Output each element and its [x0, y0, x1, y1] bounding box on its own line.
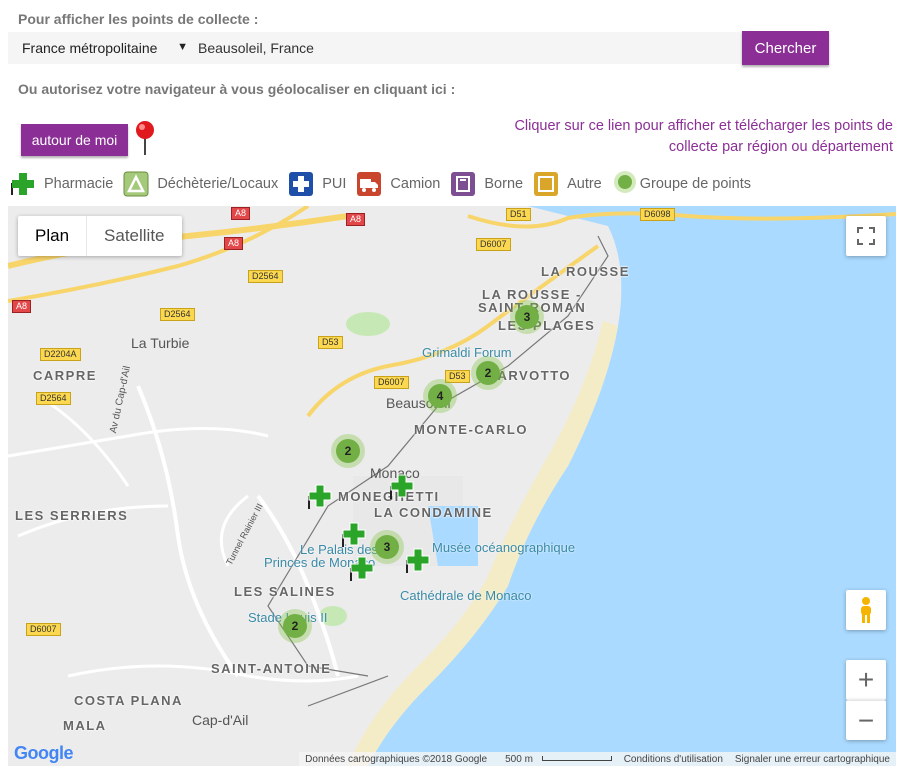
pharmacy-marker-icon[interactable] — [308, 484, 332, 510]
road-label: A8 — [224, 237, 244, 250]
fullscreen-icon — [857, 227, 875, 245]
collection-bin-icon — [450, 171, 476, 197]
road-label: D6007 — [476, 238, 511, 251]
map-type-satellite[interactable]: Satellite — [87, 216, 181, 256]
map-data-credit: Données cartographiques ©2018 Google — [305, 753, 488, 765]
place-label: LA ROUSSE — [541, 264, 630, 279]
hospital-cross-icon — [288, 171, 314, 197]
road-label: D6098 — [640, 208, 675, 221]
cluster-marker[interactable]: 2 — [278, 609, 312, 643]
legend-item-autre: Autre — [533, 171, 602, 197]
cluster-icon — [612, 171, 638, 197]
map-pin-icon — [136, 121, 154, 155]
pegman-icon — [861, 597, 871, 623]
recycle-site-icon — [123, 171, 149, 197]
cluster-marker[interactable]: 3 — [370, 530, 404, 564]
legend-item-camion: Camion — [356, 171, 440, 197]
chevron-down-icon: ▼ — [177, 41, 188, 53]
place-label: Cap-d'Ail — [192, 712, 249, 728]
map-scale: 500 m — [493, 754, 618, 765]
map-footer: Données cartographiques ©2018 Google 500… — [299, 752, 896, 766]
map-type-control: Plan Satellite — [18, 216, 182, 256]
legend: Pharmacie Déchèterie/Locaux PUI Camion B… — [10, 168, 761, 200]
pharmacy-marker-icon[interactable] — [342, 522, 366, 548]
cluster-marker[interactable]: 2 — [331, 434, 365, 468]
legend-label: Groupe de points — [639, 176, 751, 192]
legend-label: Camion — [390, 176, 441, 192]
display-points-label: Pour afficher les points de collecte : — [18, 11, 259, 27]
street-view-pegman[interactable] — [846, 590, 886, 630]
legend-item-groupe: Groupe de points — [612, 171, 751, 197]
road-label: D6007 — [374, 376, 409, 389]
place-label: MALA — [63, 718, 107, 733]
legend-label: Pharmacie — [44, 176, 114, 192]
place-label: Grimaldi Forum — [422, 345, 512, 360]
terms-link[interactable]: Conditions d'utilisation — [618, 754, 729, 765]
report-error-link[interactable]: Signaler une erreur cartographique — [729, 754, 896, 765]
pharmacy-marker-icon[interactable] — [406, 548, 430, 574]
place-label: Cathédrale de Monaco — [400, 588, 532, 603]
map-view[interactable]: Plan Satellite + − A8 A8 A8 A8 D2564 D25… — [8, 206, 896, 766]
region-select[interactable]: France métropolitaine ▼ — [8, 32, 188, 64]
search-row: France métropolitaine ▼ — [8, 32, 828, 64]
place-label: LES SALINES — [234, 584, 336, 599]
place-label: MONTE-CARLO — [414, 422, 528, 437]
pharmacy-marker-icon[interactable] — [350, 556, 374, 582]
region-download-link[interactable]: Cliquer sur ce lien pour afficher et tél… — [473, 116, 893, 158]
minus-icon: − — [857, 704, 875, 736]
pharmacy-marker-icon[interactable] — [390, 474, 414, 500]
map-type-plan[interactable]: Plan — [18, 216, 88, 256]
legend-label: PUI — [322, 176, 347, 192]
road-label: A8 — [346, 213, 366, 226]
address-input[interactable] — [188, 32, 748, 64]
region-select-value: France métropolitaine — [22, 40, 158, 56]
search-button[interactable]: Chercher — [742, 31, 829, 65]
legend-item-pharmacie: Pharmacie — [10, 171, 113, 197]
place-label: LA CONDAMINE — [374, 505, 493, 520]
legend-label: Déchèterie/Locaux — [157, 176, 279, 192]
pharmacy-cross-icon — [10, 171, 36, 197]
road-label: D2204A — [40, 348, 81, 361]
place-label: La Turbie — [131, 335, 190, 351]
place-label: Musée océanographique — [432, 540, 576, 555]
legend-item-decheterie: Déchèterie/Locaux — [123, 171, 278, 197]
legend-label: Borne — [484, 176, 524, 192]
place-label: SAINT-ANTOINE — [211, 661, 332, 676]
plus-icon: + — [857, 664, 875, 695]
road-label: D2564 — [36, 392, 71, 405]
geolocation-label: Ou autorisez votre navigateur à vous géo… — [18, 81, 456, 97]
road-label: D53 — [318, 336, 343, 349]
other-point-icon — [533, 171, 559, 197]
cluster-marker[interactable]: 3 — [510, 300, 544, 334]
zoom-in-button[interactable]: + — [846, 660, 886, 700]
road-label: D51 — [506, 208, 531, 221]
around-me-button[interactable]: autour de moi — [21, 124, 128, 156]
place-label: LES SERRIERS — [15, 508, 129, 523]
place-label: CARPRE — [33, 368, 97, 383]
road-label: A8 — [12, 300, 32, 313]
cluster-marker[interactable]: 4 — [423, 379, 457, 413]
cluster-marker[interactable]: 2 — [471, 356, 505, 390]
zoom-out-button[interactable]: − — [846, 700, 886, 740]
legend-item-borne: Borne — [450, 171, 523, 197]
legend-label: Autre — [567, 176, 602, 192]
place-label: COSTA PLANA — [74, 693, 183, 708]
legend-item-pui: PUI — [288, 171, 346, 197]
road-label: D2564 — [160, 308, 195, 321]
fullscreen-button[interactable] — [846, 216, 886, 256]
google-logo: Google — [14, 743, 74, 763]
place-label: MONEGHETTI — [338, 489, 440, 504]
road-label: D2564 — [248, 270, 283, 283]
road-label: A8 — [231, 207, 251, 220]
truck-icon — [356, 171, 382, 197]
map-base — [8, 206, 896, 766]
road-label: D6007 — [26, 623, 61, 636]
